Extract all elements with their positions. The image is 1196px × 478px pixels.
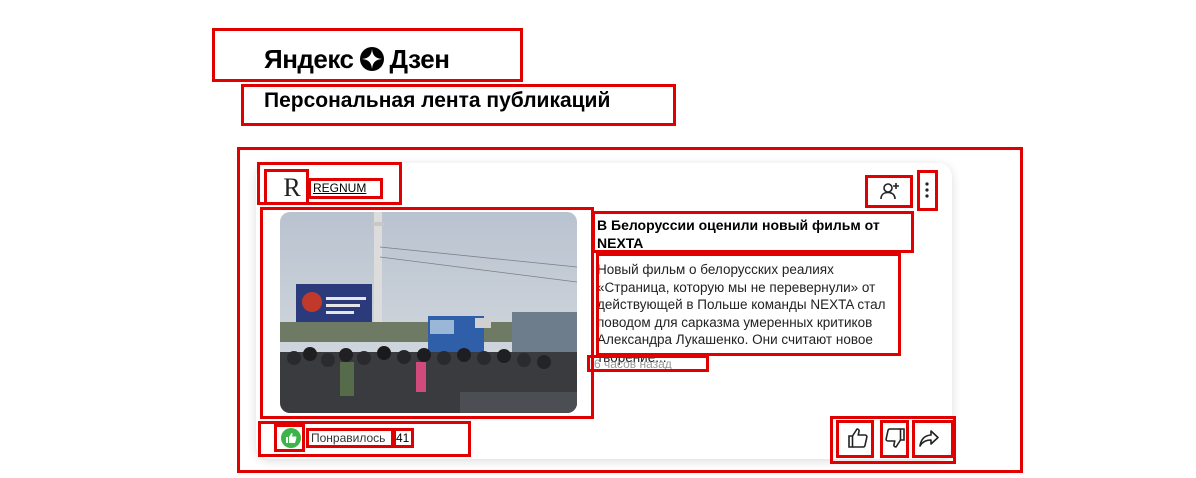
page-title: Персональная лента публикаций (264, 89, 611, 112)
like-button[interactable] (841, 423, 875, 453)
article-timestamp: 6 часов назад (594, 357, 672, 371)
thumb-down-icon (885, 428, 905, 448)
likes-label: Понравилось (311, 431, 386, 445)
source-logo[interactable]: R (280, 174, 304, 202)
more-menu-button[interactable] (918, 173, 936, 207)
article-snippet[interactable]: Новый фильм о белорусских реалиях «Стран… (597, 261, 899, 366)
article-thumbnail[interactable] (280, 212, 577, 413)
source-name-link[interactable]: REGNUM (313, 181, 366, 195)
share-button[interactable] (912, 423, 946, 453)
logo-text-zen: Дзен (389, 43, 450, 74)
logo-text-yandex: Яндекс (264, 43, 354, 74)
thumb-up-badge-icon (286, 433, 297, 443)
article-title[interactable]: В Белоруссии оценили новый фильм от NEXT… (597, 216, 915, 252)
dislike-button[interactable] (878, 423, 912, 453)
likes-count: 41 (396, 431, 410, 445)
subscribe-person-plus-icon (880, 183, 899, 200)
subscribe-button[interactable] (870, 176, 910, 206)
thumb-up-icon (848, 428, 868, 448)
share-icon (919, 430, 939, 447)
yandex-zen-logo[interactable]: Яндекс Дзен (264, 43, 450, 74)
likes-badge (281, 428, 301, 448)
zen-star-icon (359, 47, 384, 71)
vertical-dots-icon (925, 182, 929, 198)
